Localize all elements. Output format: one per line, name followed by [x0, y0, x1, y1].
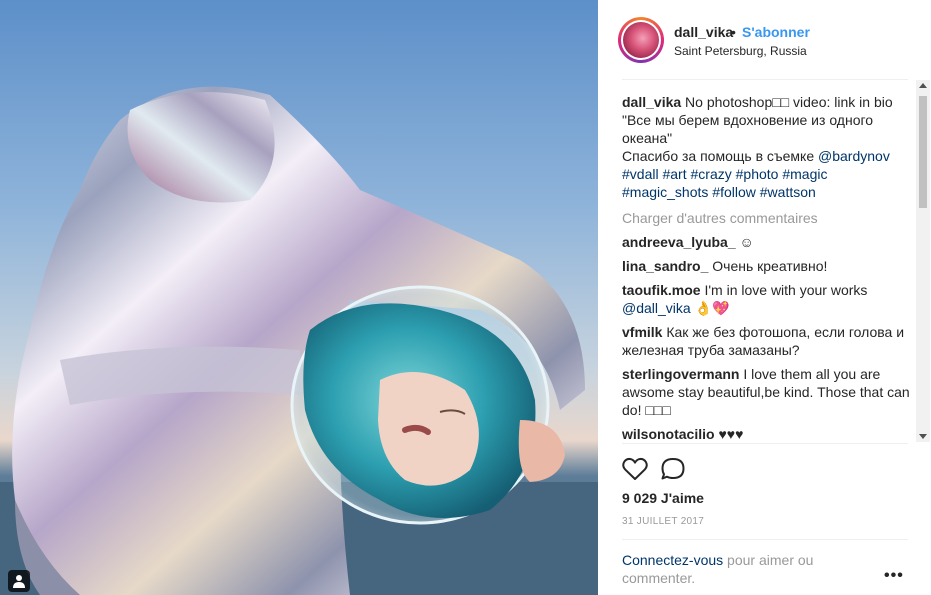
comment-item: vfmilk Как же без фотошопа, если голова …: [622, 323, 914, 359]
hashtag[interactable]: #vdall: [622, 166, 659, 182]
scroll-down-arrow-icon[interactable]: [919, 434, 927, 439]
comment-emoji: 👌💖: [690, 300, 730, 316]
comment-item: lina_sandro_ Очень креативно!: [622, 257, 914, 275]
scrollbar-thumb[interactable]: [919, 96, 927, 208]
comment-item: andreeva_lyuba_ ☺: [622, 233, 914, 251]
avatar[interactable]: [618, 17, 664, 63]
comment-mention[interactable]: @dall_vika: [622, 300, 691, 316]
comment-username[interactable]: sterlingovermann: [622, 366, 739, 382]
avatar-image: [623, 22, 659, 58]
comment-username[interactable]: wilsonotacilio: [622, 426, 715, 442]
footer-divider: [622, 539, 908, 540]
comment-username[interactable]: lina_sandro_: [622, 258, 708, 274]
comment-text: Как же без фотошопа, если голова и желез…: [622, 324, 905, 358]
comment-text: ☺: [739, 234, 754, 250]
heart-icon[interactable]: [622, 457, 648, 481]
hashtag[interactable]: #art: [662, 166, 686, 182]
comment-username[interactable]: taoufik.moe: [622, 282, 701, 298]
header-username[interactable]: dall_vika: [674, 24, 733, 40]
hashtag[interactable]: #magic: [782, 166, 827, 182]
photo-illustration: [0, 86, 598, 595]
post-date: 31 JUILLET 2017: [622, 516, 705, 527]
header-separator: •: [731, 24, 736, 40]
comment-username[interactable]: andreeva_lyuba_: [622, 234, 736, 250]
hashtag[interactable]: #crazy: [691, 166, 732, 182]
post-sidebar: dall_vika • S'abonner Saint Petersburg, …: [598, 0, 931, 595]
caption-text-2: Спасибо за помощь в съемке: [622, 148, 819, 164]
user-icon: [13, 575, 25, 588]
comment-item: sterlingovermann I love them all you are…: [622, 365, 914, 419]
comment-icon[interactable]: [660, 457, 686, 481]
caption: dall_vika No photoshop□□ video: link in …: [622, 93, 914, 201]
caption-username[interactable]: dall_vika: [622, 94, 681, 110]
likes-count[interactable]: 9 029 J'aime: [622, 490, 704, 506]
comments-scrollbar[interactable]: [916, 80, 930, 442]
comments-list[interactable]: dall_vika No photoshop□□ video: link in …: [622, 93, 914, 443]
post-photo[interactable]: [0, 0, 598, 595]
comment-item: wilsonotacilio ♥♥♥: [622, 425, 914, 443]
more-options-icon[interactable]: •••: [884, 567, 904, 585]
hashtag[interactable]: #photo: [736, 166, 779, 182]
hashtag[interactable]: #magic_shots: [622, 184, 708, 200]
comment-text: Очень креативно!: [712, 258, 828, 274]
login-prompt: Connectez-vous pour aimer ou commenter.: [622, 551, 842, 587]
comment-username[interactable]: vfmilk: [622, 324, 662, 340]
user-tag-button[interactable]: [8, 570, 30, 592]
avatar-ring: [621, 20, 661, 60]
comment-text: I'm in love with your works: [704, 282, 868, 298]
hashtag[interactable]: #wattson: [760, 184, 816, 200]
login-link[interactable]: Connectez-vous: [622, 552, 723, 568]
comment-text: ♥♥♥: [718, 426, 744, 442]
scroll-up-arrow-icon[interactable]: [919, 83, 927, 88]
comment-item: taoufik.moe I'm in love with your works …: [622, 281, 914, 317]
location-link[interactable]: Saint Petersburg, Russia: [674, 44, 807, 58]
caption-mention[interactable]: @bardynov: [818, 148, 890, 164]
follow-button[interactable]: S'abonner: [742, 24, 810, 40]
load-more-comments[interactable]: Charger d'autres commentaires: [622, 209, 914, 227]
actions-divider: [622, 443, 908, 444]
hashtag[interactable]: #follow: [712, 184, 756, 200]
header-divider: [622, 79, 908, 80]
